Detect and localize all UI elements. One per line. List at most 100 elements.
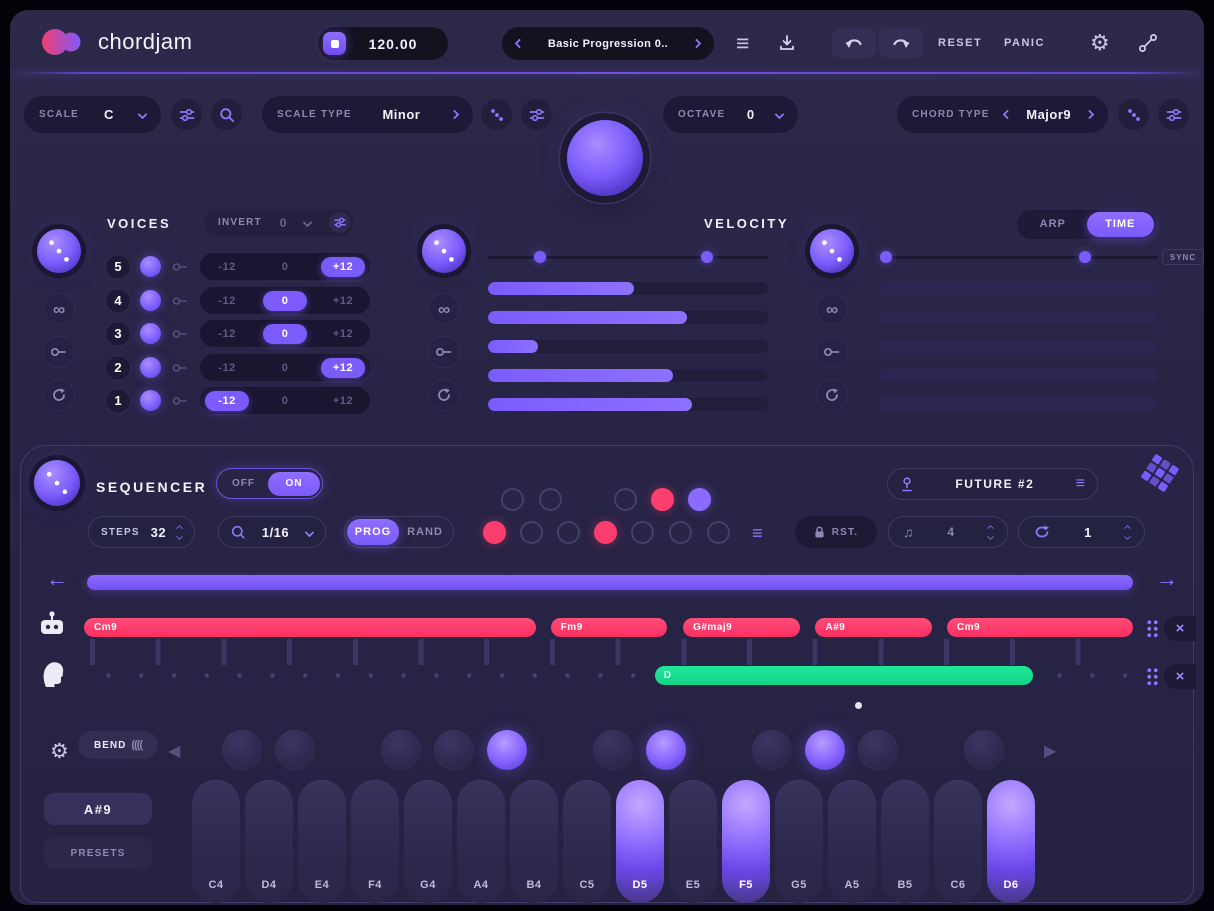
master-knob[interactable] bbox=[567, 120, 643, 196]
midi-routing-icon[interactable] bbox=[1138, 33, 1158, 53]
preset-next-icon[interactable] bbox=[691, 38, 702, 49]
prog-rand-toggle[interactable]: PROG RAND bbox=[344, 516, 454, 548]
scroll-right-icon[interactable]: → bbox=[1156, 568, 1178, 590]
voice-pitch-selector[interactable]: -12 0 +12 bbox=[200, 354, 370, 381]
velocity-bar[interactable] bbox=[488, 282, 768, 295]
step-dot[interactable] bbox=[539, 488, 562, 511]
chord-randomize-button[interactable] bbox=[1117, 98, 1150, 131]
black-key-knob[interactable] bbox=[964, 730, 1004, 770]
reset-sequence-button[interactable]: RST. bbox=[795, 516, 877, 548]
piano-key[interactable]: F4 bbox=[351, 780, 399, 903]
preset-selector[interactable]: Basic Progression 0.. bbox=[502, 27, 714, 60]
keyboard-settings-gear-icon[interactable]: ⚙ bbox=[50, 741, 69, 762]
shift-left-icon[interactable]: ◀ bbox=[168, 744, 180, 760]
voice-toggle[interactable] bbox=[140, 357, 161, 378]
time-bar[interactable] bbox=[878, 282, 1158, 295]
black-key-knob[interactable] bbox=[434, 730, 474, 770]
black-key-knob[interactable] bbox=[487, 730, 527, 770]
black-key-knob[interactable] bbox=[858, 730, 898, 770]
scroll-left-icon[interactable]: ← bbox=[46, 568, 68, 590]
stepper-icon[interactable] bbox=[1123, 524, 1132, 540]
black-key-knob[interactable] bbox=[593, 730, 633, 770]
slider-handle-max[interactable] bbox=[700, 251, 713, 263]
pitch-option[interactable]: -12 bbox=[205, 324, 249, 344]
rate-stepper[interactable]: ♫ 4 bbox=[888, 516, 1008, 548]
step-dot[interactable] bbox=[707, 521, 730, 544]
note-track-drag-handle[interactable] bbox=[1146, 667, 1159, 686]
velocity-randomize-knob[interactable] bbox=[422, 229, 466, 273]
time-bar[interactable] bbox=[878, 340, 1158, 353]
voice-pitch-selector[interactable]: -12 0 +12 bbox=[200, 253, 370, 280]
pitch-option[interactable]: +12 bbox=[321, 391, 365, 411]
repeat-stepper[interactable]: 1 bbox=[1018, 516, 1145, 548]
menu-icon[interactable]: ≡ bbox=[736, 32, 749, 55]
piano-key[interactable]: C5 bbox=[563, 780, 611, 903]
bend-button[interactable]: BEND (((( bbox=[78, 731, 158, 759]
redo-button[interactable] bbox=[879, 28, 923, 58]
piano-key[interactable]: G4 bbox=[404, 780, 452, 903]
chord-block[interactable]: G#maj9 bbox=[683, 618, 800, 637]
pitch-option[interactable]: +12 bbox=[321, 291, 365, 311]
piano-key[interactable]: E4 bbox=[298, 780, 346, 903]
pitch-option[interactable]: 0 bbox=[263, 358, 307, 378]
piano-key[interactable]: B4 bbox=[510, 780, 558, 903]
slider-handle-max[interactable] bbox=[1079, 251, 1092, 263]
voice-pitch-selector[interactable]: -12 0 +12 bbox=[200, 287, 370, 314]
step-dot[interactable] bbox=[557, 521, 580, 544]
black-key-knob[interactable] bbox=[752, 730, 792, 770]
invert-faders-button[interactable] bbox=[329, 212, 350, 233]
voice-toggle[interactable] bbox=[140, 323, 161, 344]
pitch-option[interactable]: -12 bbox=[205, 291, 249, 311]
scale-type-faders-button[interactable] bbox=[520, 98, 553, 131]
arp-time-toggle[interactable]: ARP TIME bbox=[1017, 210, 1156, 239]
presets-button[interactable]: PRESETS bbox=[44, 837, 152, 869]
piano-key[interactable]: C6 bbox=[934, 780, 982, 903]
velocity-bar[interactable] bbox=[488, 369, 768, 382]
time-cycle-button[interactable] bbox=[816, 379, 848, 411]
scale-faders-button[interactable] bbox=[170, 98, 203, 131]
time-bar[interactable] bbox=[878, 398, 1158, 411]
sync-toggle[interactable]: SYNC bbox=[1162, 249, 1204, 265]
piano-key[interactable]: F5 bbox=[722, 780, 770, 903]
settings-gear-icon[interactable]: ⚙ bbox=[1090, 32, 1110, 54]
step-dot[interactable] bbox=[688, 488, 711, 511]
time-hold-button[interactable] bbox=[816, 336, 848, 368]
step-dot[interactable] bbox=[520, 521, 543, 544]
black-key-knob[interactable] bbox=[381, 730, 421, 770]
toggle-on-label[interactable]: ON bbox=[268, 471, 320, 496]
black-key-knob[interactable] bbox=[646, 730, 686, 770]
piano-key[interactable]: G5 bbox=[775, 780, 823, 903]
velocity-range-slider[interactable] bbox=[488, 251, 768, 263]
scale-randomize-button[interactable] bbox=[480, 98, 513, 131]
import-icon[interactable] bbox=[778, 34, 796, 52]
slider-handle-min[interactable] bbox=[534, 251, 547, 263]
latch-icon[interactable] bbox=[172, 262, 188, 272]
panic-button[interactable]: PANIC bbox=[1004, 37, 1045, 49]
piano-key[interactable]: A5 bbox=[828, 780, 876, 903]
voice-pitch-selector[interactable]: -12 0 +12 bbox=[200, 387, 370, 414]
velocity-bar[interactable] bbox=[488, 340, 768, 353]
invert-control[interactable]: INVERT 0 bbox=[204, 209, 354, 236]
velocity-bar[interactable] bbox=[488, 311, 768, 324]
velocity-cycle-button[interactable] bbox=[428, 379, 460, 411]
voice-toggle[interactable] bbox=[140, 390, 161, 411]
stepper-icon[interactable] bbox=[175, 524, 184, 540]
latch-icon[interactable] bbox=[172, 396, 188, 406]
steps-menu-icon[interactable]: ≡ bbox=[752, 524, 763, 542]
black-key-knob[interactable] bbox=[222, 730, 262, 770]
piano-key[interactable]: B5 bbox=[881, 780, 929, 903]
voices-hold-button[interactable] bbox=[43, 336, 75, 368]
piano-key[interactable]: C4 bbox=[192, 780, 240, 903]
step-dot[interactable] bbox=[483, 521, 506, 544]
tab-prog[interactable]: PROG bbox=[347, 519, 399, 545]
chord-block[interactable]: Cm9 bbox=[84, 618, 536, 637]
piano-key[interactable]: D4 bbox=[245, 780, 293, 903]
black-key-knob[interactable] bbox=[275, 730, 315, 770]
chord-block[interactable]: Fm9 bbox=[550, 618, 668, 637]
slider-handle-min[interactable] bbox=[880, 251, 893, 263]
toggle-off-label[interactable]: OFF bbox=[219, 478, 268, 489]
voices-cycle-button[interactable] bbox=[43, 379, 75, 411]
chord-track-clear-button[interactable]: × bbox=[1164, 616, 1196, 641]
reset-button[interactable]: RESET bbox=[938, 37, 982, 49]
voice-pitch-selector[interactable]: -12 0 +12 bbox=[200, 320, 370, 347]
